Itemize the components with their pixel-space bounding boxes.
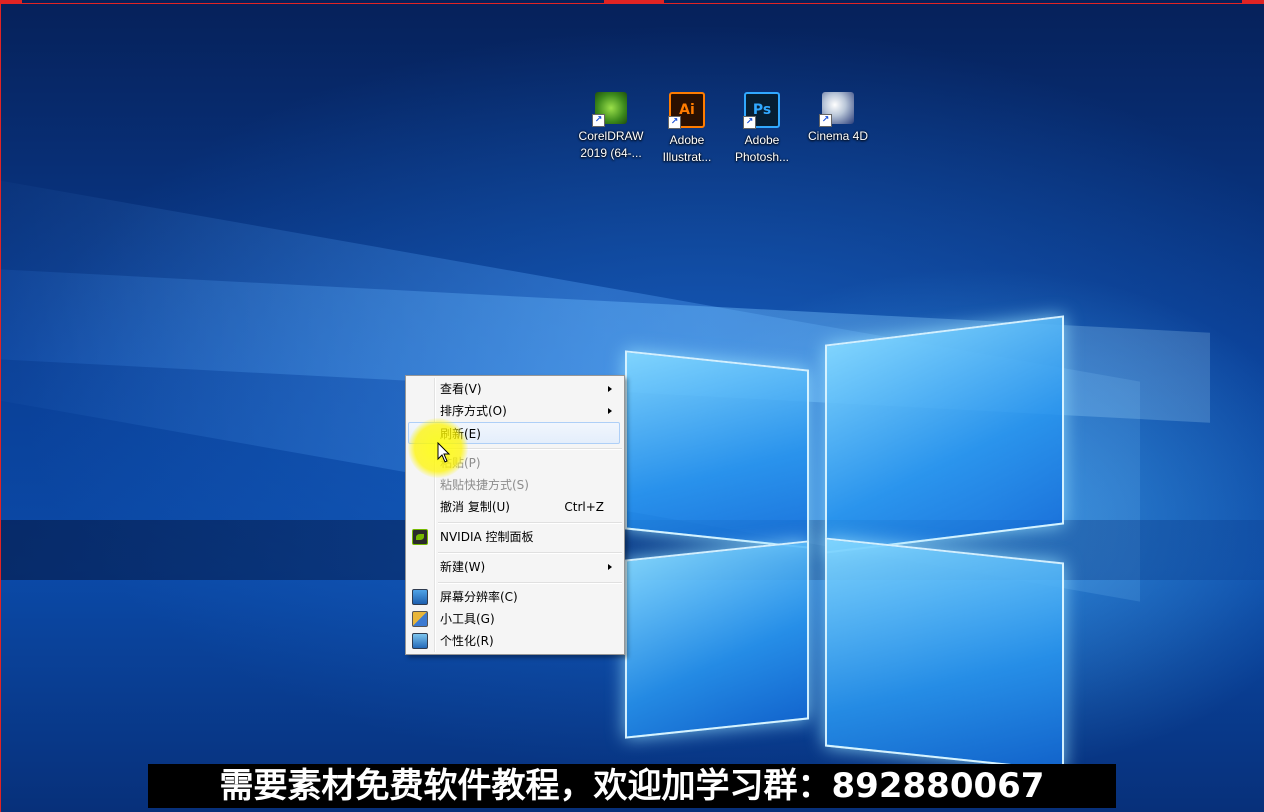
- desktop-icon-label: Adobe Photosh...: [734, 133, 790, 164]
- shortcut-arrow-icon: ↗: [819, 114, 832, 127]
- desktop-icon-coreldraw[interactable]: ↗ CorelDRAW 2019 (64-...: [572, 92, 650, 162]
- coreldraw-icon: ↗: [592, 92, 627, 127]
- screen-resolution-icon: [412, 589, 428, 605]
- desktop-wallpaper[interactable]: ↗ CorelDRAW 2019 (64-... Ai ↗ Adobe Illu…: [0, 0, 1264, 812]
- menu-separator: [438, 522, 622, 524]
- menu-item-nvidia-control-panel[interactable]: NVIDIA 控制面板: [408, 526, 620, 548]
- windows-logo-pane: [625, 540, 809, 739]
- menu-item-new[interactable]: 新建(W): [408, 556, 620, 578]
- desktop-icon-label: Cinema 4D: [807, 129, 869, 143]
- desktop-icon-photoshop[interactable]: Ps ↗ Adobe Photosh...: [723, 92, 801, 166]
- submenu-arrow-icon: [608, 386, 612, 392]
- photoshop-icon: Ps ↗: [743, 92, 780, 129]
- windows-logo: [615, 315, 1065, 772]
- menu-separator: [438, 552, 622, 554]
- menu-item-gadgets[interactable]: 小工具(G): [408, 608, 620, 630]
- cinema4d-icon: ↗: [819, 92, 854, 127]
- nvidia-icon: [412, 529, 428, 545]
- menu-item-view[interactable]: 查看(V): [408, 378, 620, 400]
- personalize-icon: [412, 633, 428, 649]
- recording-frame-left: [0, 3, 1, 812]
- windows-logo-pane: [825, 315, 1064, 554]
- recording-frame-corner: [0, 0, 22, 4]
- menu-separator: [438, 582, 622, 584]
- caption-banner: 需要素材免费软件教程，欢迎加学习群：892880067: [148, 764, 1116, 808]
- desktop-icon-label: Adobe Illustrat...: [662, 133, 712, 164]
- windows-logo-pane: [625, 350, 809, 549]
- submenu-arrow-icon: [608, 408, 612, 414]
- desktop-icon-cinema4d[interactable]: ↗ Cinema 4D: [799, 92, 877, 145]
- recording-frame-handle[interactable]: [604, 0, 664, 4]
- desktop-icon-illustrator[interactable]: Ai ↗ Adobe Illustrat...: [648, 92, 726, 166]
- menu-shortcut: Ctrl+Z: [564, 500, 604, 514]
- menu-item-personalize[interactable]: 个性化(R): [408, 630, 620, 652]
- shortcut-arrow-icon: ↗: [592, 114, 605, 127]
- mouse-pointer-icon: [437, 442, 451, 463]
- windows-logo-pane: [825, 537, 1064, 772]
- gadgets-icon: [412, 611, 428, 627]
- menu-item-undo-copy[interactable]: 撤消 复制(U) Ctrl+Z: [408, 496, 620, 518]
- shortcut-arrow-icon: ↗: [668, 116, 681, 129]
- shortcut-arrow-icon: ↗: [743, 116, 756, 129]
- menu-item-screen-resolution[interactable]: 屏幕分辨率(C): [408, 586, 620, 608]
- desktop-context-menu: 查看(V) 排序方式(O) 刷新(E) 粘贴(P) 粘贴快捷方式(S) 撤消 复…: [405, 375, 625, 655]
- desktop-icon-label: CorelDRAW 2019 (64-...: [578, 129, 644, 160]
- illustrator-icon: Ai ↗: [668, 92, 705, 129]
- recording-frame-corner: [1242, 0, 1264, 4]
- submenu-arrow-icon: [608, 564, 612, 570]
